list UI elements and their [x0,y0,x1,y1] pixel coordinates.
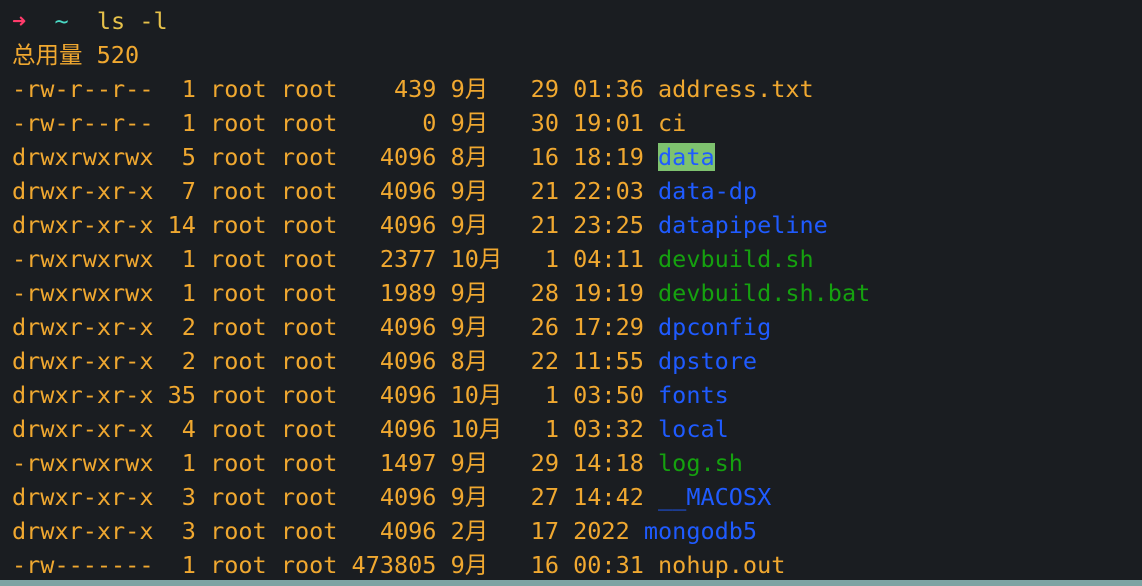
row-filename: datapipeline [658,211,828,239]
row-meta: drwxr-xr-x 3 root root 4096 2月 17 2022 [12,517,644,545]
row-filename: ci [658,109,687,137]
status-bar [0,580,1142,586]
terminal-output: ➜ ~ ls -l 总用量 520 -rw-r--r-- 1 root root… [12,4,1142,586]
prompt-arrow-icon: ➜ [12,7,27,35]
listing-row: drwxr-xr-x 35 root root 4096 10月 1 03:50… [12,378,1142,412]
listing-row: drwxr-xr-x 2 root root 4096 9月 26 17:29 … [12,310,1142,344]
row-meta: drwxr-xr-x 4 root root 4096 10月 1 03:32 [12,415,659,443]
row-filename: data [658,143,715,171]
row-meta: -rwxrwxrwx 1 root root 1497 9月 29 14:18 [12,449,659,477]
listing-row: -rw------- 1 root root 473805 9月 16 00:3… [12,548,1142,582]
row-meta: -rw-r--r-- 1 root root 439 9月 29 01:36 [12,75,659,103]
row-filename: nohup.out [658,551,786,579]
row-filename: mongodb5 [643,517,758,545]
listing-row: -rwxrwxrwx 1 root root 1497 9月 29 14:18 … [12,446,1142,480]
row-filename: dpconfig [658,313,772,341]
row-filename: __MACOSX [658,483,772,511]
row-meta: -rw-r--r-- 1 root root 0 9月 30 19:01 [12,109,659,137]
listing-row: drwxr-xr-x 4 root root 4096 10月 1 03:32 … [12,412,1142,446]
row-filename: dpstore [658,347,758,375]
row-meta: -rw------- 1 root root 473805 9月 16 00:3… [12,551,659,579]
listing-row: drwxr-xr-x 3 root root 4096 2月 17 2022 m… [12,514,1142,548]
listing-row: -rwxrwxrwx 1 root root 2377 10月 1 04:11 … [12,242,1142,276]
prompt-line: ➜ ~ ls -l [12,4,1142,38]
row-filename: log.sh [658,449,743,477]
listing-row: -rw-r--r-- 1 root root 0 9月 30 19:01 ci [12,106,1142,140]
row-filename: devbuild.sh.bat [658,279,871,307]
row-meta: drwxrwxrwx 5 root root 4096 8月 16 18:19 [12,143,659,171]
listing-row: drwxr-xr-x 7 root root 4096 9月 21 22:03 … [12,174,1142,208]
row-meta: drwxr-xr-x 14 root root 4096 9月 21 23:25 [12,211,659,239]
listing-row: drwxr-xr-x 2 root root 4096 8月 22 11:55 … [12,344,1142,378]
row-filename: address.txt [658,75,814,103]
row-filename: data-dp [658,177,758,205]
command-text: ls -l [96,7,168,35]
row-meta: drwxr-xr-x 2 root root 4096 9月 26 17:29 [12,313,659,341]
listing-row: drwxrwxrwx 5 root root 4096 8月 16 18:19 … [12,140,1142,174]
listing-rows: -rw-r--r-- 1 root root 439 9月 29 01:36 a… [12,72,1142,582]
row-filename: fonts [658,381,729,409]
row-meta: drwxr-xr-x 2 root root 4096 8月 22 11:55 [12,347,659,375]
row-meta: -rwxrwxrwx 1 root root 2377 10月 1 04:11 [12,245,659,273]
prompt-directory: ~ [54,7,69,35]
row-meta: drwxr-xr-x 7 root root 4096 9月 21 22:03 [12,177,659,205]
row-meta: drwxr-xr-x 35 root root 4096 10月 1 03:50 [12,381,659,409]
row-filename: devbuild.sh [658,245,814,273]
listing-row: -rwxrwxrwx 1 root root 1989 9月 28 19:19 … [12,276,1142,310]
row-filename: local [658,415,729,443]
listing-row: -rw-r--r-- 1 root root 439 9月 29 01:36 a… [12,72,1142,106]
listing-row: drwxr-xr-x 14 root root 4096 9月 21 23:25… [12,208,1142,242]
total-line: 总用量 520 [12,41,140,69]
listing-row: drwxr-xr-x 3 root root 4096 9月 27 14:42 … [12,480,1142,514]
row-meta: -rwxrwxrwx 1 root root 1989 9月 28 19:19 [12,279,659,307]
row-meta: drwxr-xr-x 3 root root 4096 9月 27 14:42 [12,483,659,511]
